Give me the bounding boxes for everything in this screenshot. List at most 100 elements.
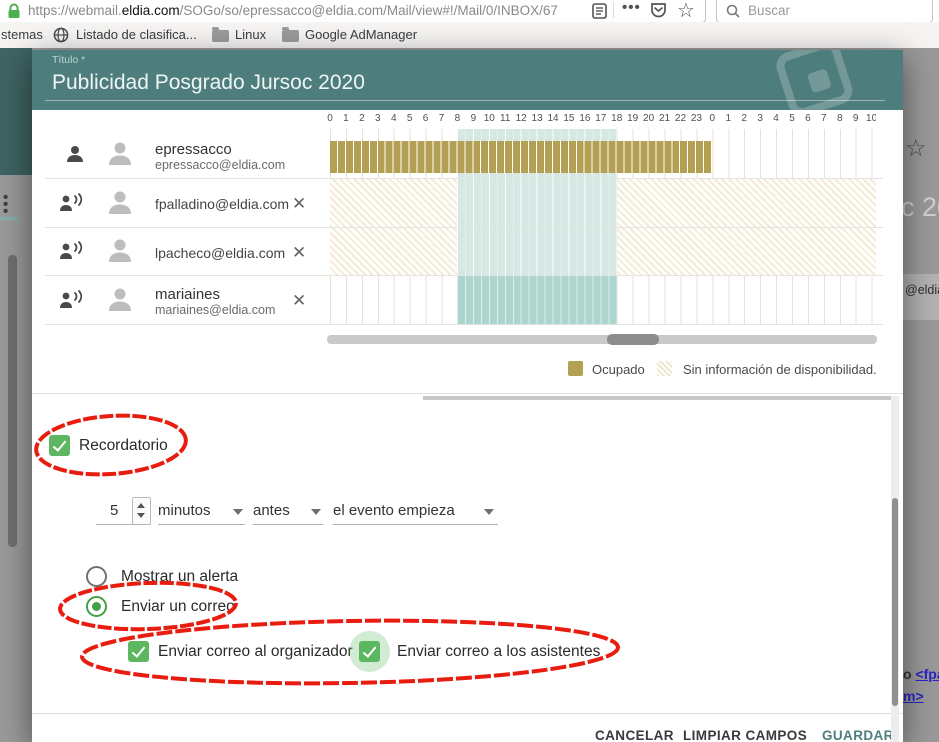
legend-no-info-swatch [657,361,672,376]
background-header-strip [0,48,32,175]
remove-attendee-button[interactable]: ✕ [292,194,306,214]
background-link-line: m> [903,688,924,704]
hour-label: 7 [439,113,445,124]
kebab-menu-icon[interactable]: ••• [3,194,7,216]
url-scheme: https://webmail. [28,3,122,18]
reader-mode-icon[interactable] [592,3,607,19]
unit-underline [158,524,245,525]
dialog-scrollbar-thumb[interactable] [892,498,898,706]
stepper-down-icon[interactable] [137,513,145,518]
unit-select[interactable]: minutos [158,502,211,519]
email-attendees-label: Enviar correo a los asistentes [397,643,600,661]
reference-underline [333,524,498,525]
bookmark-item[interactable]: Google AdManager [305,27,417,42]
reminder-label: Recordatorio [79,437,168,455]
page-actions-icon[interactable]: ••• [622,0,641,16]
amount-stepper[interactable] [132,497,151,525]
band-dark [457,276,616,325]
attendee-email: mariaines@eldia.com [155,303,275,317]
hour-label: 1 [343,113,349,124]
hour-label: 6 [805,113,811,124]
horizontal-scrollbar-track[interactable] [327,335,877,344]
reminder-amount-input[interactable]: 5 [110,502,118,519]
hour-label: 4 [391,113,397,124]
url-text[interactable]: https://webmail.eldia.com/SOGo/so/epress… [28,3,558,18]
horizontal-scrollbar-thumb[interactable] [607,334,659,345]
hour-label: 6 [423,113,429,124]
radio-show-alert[interactable] [86,566,107,587]
bookmark-item[interactable]: stemas [1,27,43,42]
hour-label: 17 [595,113,606,124]
bookmark-star-icon[interactable]: ☆ [677,0,695,23]
save-button[interactable]: GUARDAR [822,728,894,742]
reference-select[interactable]: el evento empieza [333,502,455,519]
freebusy-grid: 0123456789101112131415161718192021222301… [327,113,876,326]
remove-attendee-button[interactable]: ✕ [292,291,306,311]
background-link[interactable]: m> [903,688,924,704]
url-domain: eldia.com [122,3,180,18]
attendee-email: lpacheco@eldia.com [155,245,285,261]
event-editor-dialog: Título * Publicidad Posgrado Jursoc 2020 [32,50,903,742]
background-title-fragment: c 20 [901,192,939,223]
radio-send-email[interactable] [86,596,107,617]
section-scroll-edge [423,396,893,400]
email-organizer-label: Enviar correo al organizador [158,643,353,661]
cancel-button[interactable]: CANCELAR [595,728,674,742]
radio-show-alert-label: Mostrar un alerta [121,568,238,586]
url-path: /SOGo/so/epressacco@eldia.com/Mail/view#… [180,3,558,18]
relation-select[interactable]: antes [253,502,290,519]
chevron-down-icon[interactable] [233,509,243,515]
bookmark-item[interactable]: Linux [235,27,266,42]
chevron-down-icon[interactable] [484,509,494,515]
attendee-email: epressacco@eldia.com [155,158,285,172]
hour-label: 5 [407,113,413,124]
dialog-header: Título * Publicidad Posgrado Jursoc 2020 [32,50,903,110]
folder-icon [212,30,229,42]
hour-label: 2 [741,113,747,124]
background-band [903,274,939,320]
attendee-voice-icon [58,290,84,310]
padlock-icon [7,3,21,19]
reminder-checkbox[interactable] [49,435,70,456]
appointment-watermark-icon [760,50,870,110]
hour-label: 18 [611,113,622,124]
hour-label: 13 [532,113,543,124]
browser-toolbar: https://webmail.eldia.com/SOGo/so/epress… [0,0,939,22]
section-divider [32,393,903,394]
stepper-up-icon[interactable] [137,503,145,508]
radio-send-email-label: Enviar un correo [121,598,235,616]
search-placeholder: Buscar [748,3,790,18]
legend-busy-swatch [568,361,583,376]
hour-label: 2 [359,113,365,124]
hour-label: 8 [837,113,843,124]
organizer-icon [65,144,85,164]
title-input-underline [45,100,885,101]
background-scrollbar-thumb[interactable] [8,255,17,547]
legend-busy-label: Ocupado [592,362,645,377]
hour-label: 10 [484,113,495,124]
bookmark-item[interactable]: Listado de clasifica... [76,27,197,42]
hour-label: 14 [547,113,558,124]
remove-attendee-button[interactable]: ✕ [292,243,306,263]
hour-label: 8 [455,113,461,124]
hour-label: 7 [821,113,827,124]
screen: https://webmail.eldia.com/SOGo/so/epress… [0,0,939,742]
background-email-fragment: @eldia [905,283,939,297]
legend-no-info-label: Sin información de disponibilidad. [683,362,877,377]
clear-fields-button[interactable]: LIMPIAR CAMPOS [683,728,807,742]
hour-label: 23 [691,113,702,124]
hour-label: 11 [500,113,510,124]
hour-label: 5 [789,113,795,124]
row-divider [45,324,883,325]
email-attendees-checkbox[interactable] [359,641,380,662]
email-organizer-checkbox[interactable] [128,641,149,662]
pocket-icon[interactable] [650,2,667,19]
attendee-name: epressacco [155,141,232,158]
chevron-down-icon[interactable] [311,509,321,515]
title-input[interactable]: Publicidad Posgrado Jursoc 2020 [52,71,365,95]
attendee-voice-icon [58,241,84,261]
hour-label: 19 [627,113,638,124]
background-link[interactable]: <fpa [915,666,939,682]
hour-label: 22 [675,113,686,124]
avatar [106,188,134,216]
